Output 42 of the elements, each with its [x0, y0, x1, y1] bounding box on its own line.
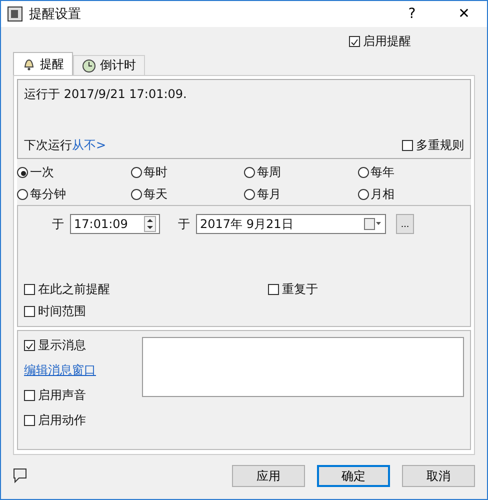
date-field[interactable]: 2017年 9月21日: [196, 214, 386, 234]
next-run-link[interactable]: 从不>: [72, 137, 106, 154]
checkbox[interactable]: 重复于: [268, 281, 318, 298]
tab[interactable]: 倒计时: [73, 55, 145, 75]
clock-icon: [82, 58, 96, 72]
dialog-button[interactable]: 应用: [232, 465, 305, 487]
radio-button[interactable]: 每周: [244, 164, 358, 181]
checkbox[interactable]: 启用提醒: [349, 31, 411, 51]
checkbox[interactable]: 显示消息: [24, 337, 86, 354]
radio-button[interactable]: 每月: [244, 186, 358, 203]
help-button[interactable]: ?: [389, 1, 435, 27]
bell-icon: [22, 57, 36, 71]
dialog-button[interactable]: 确定: [317, 465, 390, 487]
radio-button[interactable]: 每天: [130, 186, 244, 203]
window-title: 提醒设置: [29, 6, 82, 23]
run-time-text: 运行于 2017/9/21 17:01:09.: [24, 86, 188, 103]
checkbox[interactable]: 启用声音: [24, 387, 86, 404]
message-field[interactable]: [142, 337, 464, 397]
spinner-icon: [144, 216, 156, 232]
check-icon: [350, 36, 359, 48]
time-label: 于: [52, 216, 64, 232]
checkbox[interactable]: 多重规则: [402, 137, 464, 154]
radio-button[interactable]: 每分钟: [17, 186, 130, 203]
checkbox[interactable]: 时间范围: [24, 303, 86, 320]
radio-button[interactable]: 每时: [130, 164, 244, 181]
radio-button[interactable]: 一次: [17, 164, 130, 181]
close-button[interactable]: ✕: [441, 1, 487, 27]
radio-button[interactable]: 月相: [358, 186, 471, 203]
more-button[interactable]: ...: [396, 214, 414, 234]
check-icon: [25, 341, 34, 352]
checkbox[interactable]: 启用动作: [24, 412, 86, 429]
tab[interactable]: 提醒: [13, 52, 73, 75]
help-bubble-icon[interactable]: [13, 468, 27, 484]
app-icon: [7, 6, 23, 22]
calendar-icon: [364, 218, 382, 230]
edit-message-link[interactable]: 编辑消息窗口: [24, 362, 96, 379]
dialog-button[interactable]: 取消: [402, 465, 475, 487]
checkbox[interactable]: 在此之前提醒: [24, 281, 110, 298]
time-field[interactable]: 17:01:09: [70, 214, 160, 234]
next-run-label: 下次运行: [24, 137, 72, 154]
date-label: 于: [178, 216, 190, 232]
radio-button[interactable]: 每年: [358, 164, 471, 181]
